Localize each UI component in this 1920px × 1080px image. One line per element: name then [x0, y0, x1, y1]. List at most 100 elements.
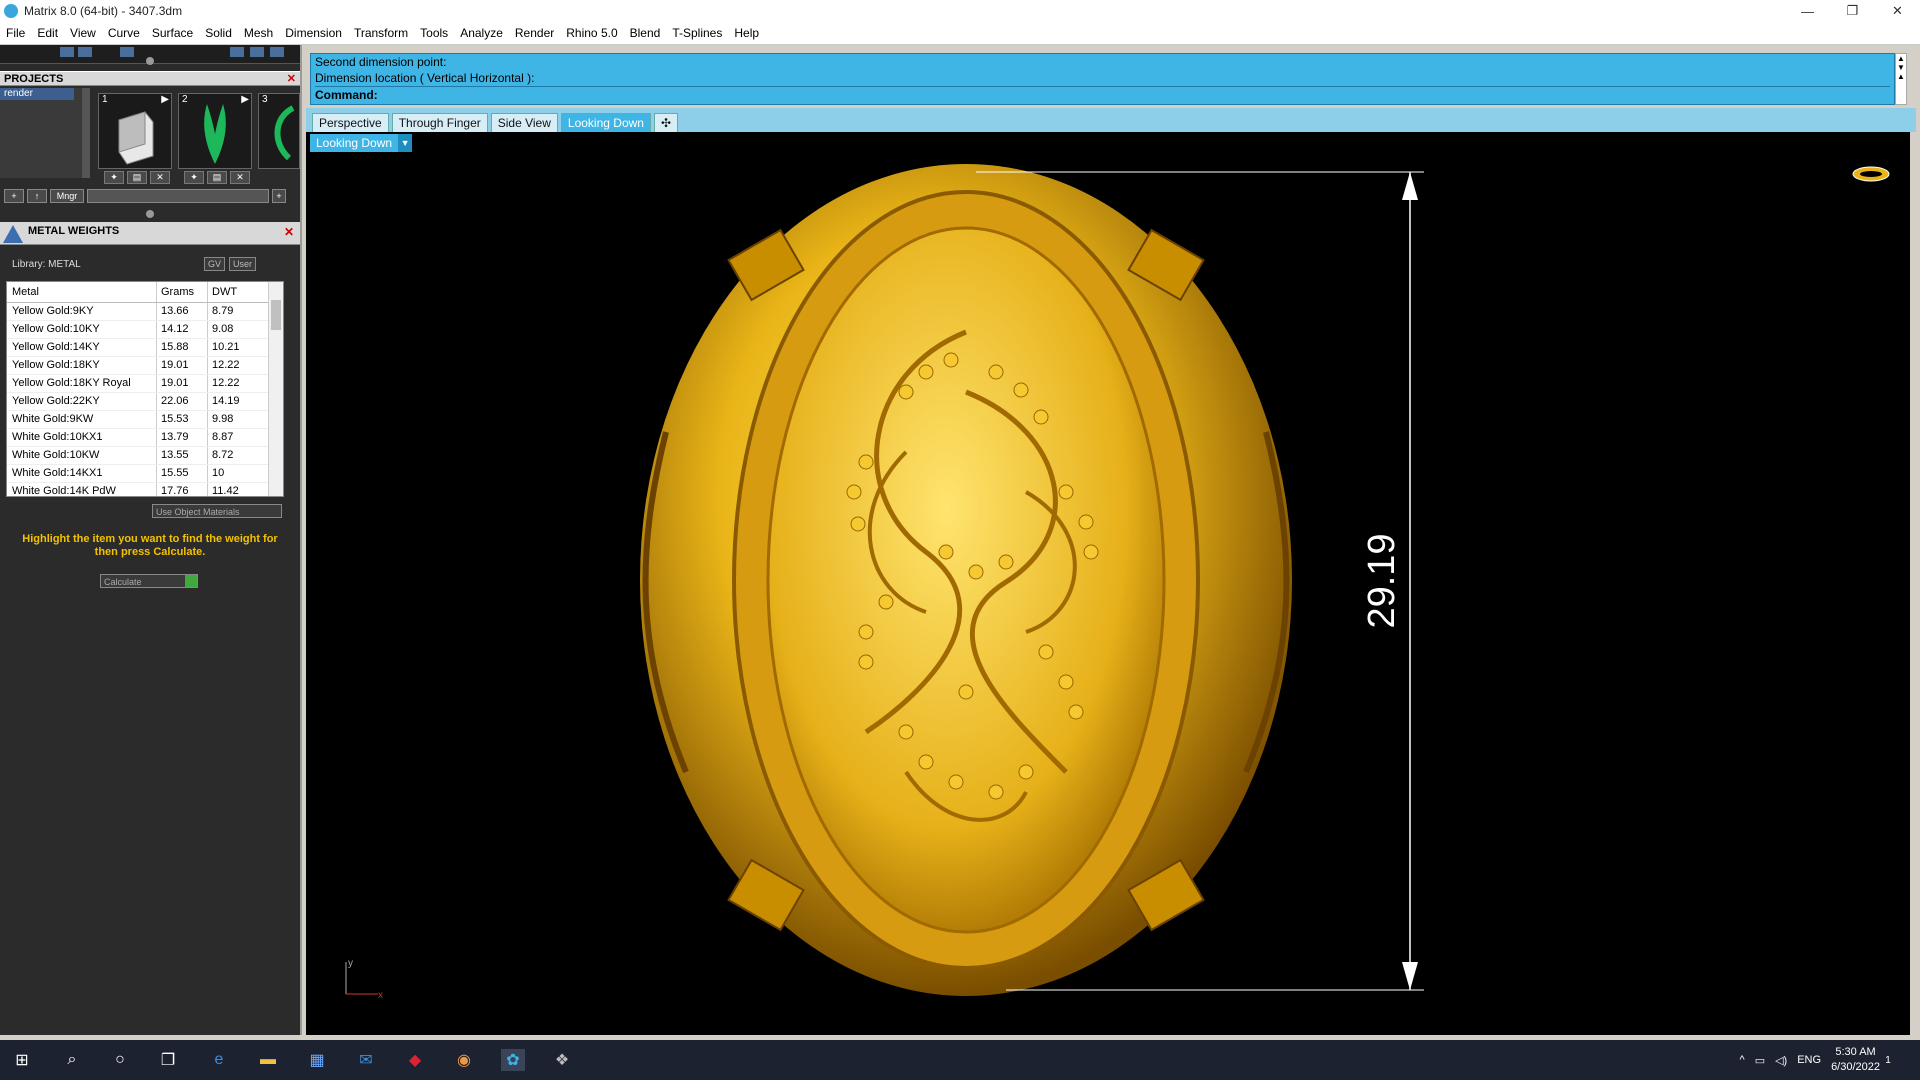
- add-tab-icon[interactable]: ✣: [653, 113, 679, 132]
- slider-plus-icon[interactable]: +: [272, 189, 286, 203]
- notification-count: 1: [1885, 1054, 1891, 1066]
- thumb-save-icon[interactable]: ▤: [207, 171, 227, 184]
- menu-solid[interactable]: Solid: [199, 26, 238, 40]
- menu-tools[interactable]: Tools: [414, 26, 454, 40]
- table-row[interactable]: Yellow Gold:14KY 15.88 10.21: [7, 339, 283, 357]
- table-row[interactable]: White Gold:9KW 15.53 9.98: [7, 411, 283, 429]
- volume-icon[interactable]: ◁): [1775, 1054, 1787, 1067]
- grams-cell: 15.53: [157, 411, 208, 428]
- menu-mesh[interactable]: Mesh: [238, 26, 279, 40]
- thumb-save-icon[interactable]: ▤: [127, 171, 147, 184]
- show-hidden-icons[interactable]: ^: [1740, 1054, 1745, 1066]
- table-row[interactable]: Yellow Gold:18KY 19.01 12.22: [7, 357, 283, 375]
- table-header: Metal Grams DWT: [7, 282, 283, 303]
- calculate-go-icon[interactable]: [185, 575, 197, 587]
- menu-rhino[interactable]: Rhino 5.0: [560, 26, 623, 40]
- close-projects-icon[interactable]: ✕: [287, 72, 296, 87]
- file-explorer-icon[interactable]: ▬: [256, 1049, 280, 1071]
- project-item[interactable]: render: [0, 88, 74, 100]
- mail-icon[interactable]: ✉: [354, 1049, 378, 1071]
- toolbar-button[interactable]: [60, 47, 74, 57]
- rhino-taskbar-icon[interactable]: ❖: [550, 1049, 574, 1071]
- metal-cell: Yellow Gold:14KY: [7, 339, 157, 356]
- restore-button[interactable]: ❐: [1830, 0, 1875, 22]
- task-view-icon[interactable]: ❐: [156, 1049, 180, 1071]
- toolbar-button[interactable]: [250, 47, 264, 57]
- menu-transform[interactable]: Transform: [348, 26, 414, 40]
- projects-scrollbar[interactable]: [82, 88, 90, 178]
- start-windows-icon[interactable]: ⊞: [10, 1049, 34, 1071]
- network-icon[interactable]: ▭: [1755, 1054, 1765, 1067]
- tab-perspective[interactable]: Perspective: [312, 113, 389, 132]
- language-indicator[interactable]: ENG: [1797, 1054, 1821, 1066]
- projects-list[interactable]: render: [0, 88, 83, 178]
- column-grams[interactable]: Grams: [157, 282, 208, 302]
- project-thumbnail[interactable]: 1 ▶: [98, 93, 172, 169]
- cortana-icon[interactable]: ○: [108, 1049, 132, 1071]
- tab-looking-down[interactable]: Looking Down: [560, 113, 651, 132]
- table-row[interactable]: Yellow Gold:22KY 22.06 14.19: [7, 393, 283, 411]
- menu-tsplines[interactable]: T-Splines: [666, 26, 728, 40]
- store-icon[interactable]: ▦: [305, 1049, 329, 1071]
- thumb-move-icon[interactable]: ✦: [184, 171, 204, 184]
- viewport[interactable]: Looking Down ▼ 29.19 y x: [306, 132, 1910, 1035]
- menu-dimension[interactable]: Dimension: [279, 26, 348, 40]
- calculate-button[interactable]: Calculate: [100, 574, 198, 588]
- menu-curve[interactable]: Curve: [102, 26, 146, 40]
- table-row[interactable]: Yellow Gold:10KY 14.12 9.08: [7, 321, 283, 339]
- table-row[interactable]: White Gold:10KW 13.55 8.72: [7, 447, 283, 465]
- matrix-taskbar-icon[interactable]: ✿: [501, 1049, 525, 1071]
- command-scrollbar[interactable]: ▲ ▼ ▲: [1895, 53, 1907, 105]
- project-thumbnail[interactable]: 2 ▶: [178, 93, 252, 169]
- menu-file[interactable]: File: [0, 26, 31, 40]
- use-object-materials-dropdown[interactable]: Use Object Materials: [152, 504, 282, 518]
- table-row[interactable]: White Gold:10KX1 13.79 8.87: [7, 429, 283, 447]
- panel-resize-grip[interactable]: [146, 57, 154, 65]
- scrollbar-thumb[interactable]: [271, 300, 281, 330]
- menu-blend[interactable]: Blend: [624, 26, 667, 40]
- table-scrollbar[interactable]: [268, 282, 283, 496]
- menu-render[interactable]: Render: [509, 26, 560, 40]
- thumb-delete-icon[interactable]: ✕: [230, 171, 250, 184]
- table-row[interactable]: Yellow Gold:18KY Royal 19.01 12.22: [7, 375, 283, 393]
- app-red-icon[interactable]: ◆: [403, 1049, 427, 1071]
- projects-slider[interactable]: [87, 189, 269, 203]
- toolbar-button[interactable]: [78, 47, 92, 57]
- column-dwt[interactable]: DWT: [208, 282, 268, 302]
- add-project-icon[interactable]: +: [4, 189, 24, 203]
- menu-help[interactable]: Help: [728, 26, 765, 40]
- menu-view[interactable]: View: [64, 26, 102, 40]
- manager-button[interactable]: Mngr: [50, 189, 84, 203]
- toolbar-button[interactable]: [120, 47, 134, 57]
- edge-icon[interactable]: e: [207, 1049, 231, 1071]
- notifications-icon[interactable]: 1: [1876, 1049, 1900, 1071]
- menu-analyze[interactable]: Analyze: [454, 26, 509, 40]
- thumb-delete-icon[interactable]: ✕: [150, 171, 170, 184]
- menu-edit[interactable]: Edit: [31, 26, 64, 40]
- mini-ring-icon[interactable]: [1852, 166, 1890, 182]
- panel-resize-grip[interactable]: [146, 210, 154, 218]
- toolbar-button[interactable]: [270, 47, 284, 57]
- table-row[interactable]: Yellow Gold:9KY 13.66 8.79: [7, 303, 283, 321]
- tab-side-view[interactable]: Side View: [490, 113, 558, 132]
- column-metal[interactable]: Metal: [7, 282, 157, 302]
- search-icon[interactable]: ⌕: [60, 1049, 84, 1071]
- thumb-move-icon[interactable]: ✦: [104, 171, 124, 184]
- minimize-button[interactable]: —: [1785, 0, 1830, 22]
- user-toggle[interactable]: User: [229, 257, 257, 271]
- metal-cell: Yellow Gold:10KY: [7, 321, 157, 338]
- table-row[interactable]: White Gold:14KX1 15.55 10: [7, 465, 283, 483]
- command-input[interactable]: Command:: [315, 86, 1890, 103]
- close-button[interactable]: ✕: [1875, 0, 1920, 22]
- table-row[interactable]: White Gold:14K PdW 17.76 11.42: [7, 483, 283, 496]
- project-thumbnail[interactable]: 3: [258, 93, 300, 169]
- toolbar-button[interactable]: [230, 47, 244, 57]
- tab-through-finger[interactable]: Through Finger: [391, 113, 488, 132]
- menu-surface[interactable]: Surface: [146, 26, 199, 40]
- chrome-icon[interactable]: ◉: [452, 1049, 476, 1071]
- up-project-icon[interactable]: ↑: [27, 189, 47, 203]
- close-metal-weights-icon[interactable]: ✕: [284, 225, 294, 239]
- menu-bar: File Edit View Curve Surface Solid Mesh …: [0, 22, 1920, 45]
- gv-toggle[interactable]: GV: [204, 257, 226, 271]
- clock[interactable]: 5:30 AM 6/30/2022: [1831, 1045, 1880, 1075]
